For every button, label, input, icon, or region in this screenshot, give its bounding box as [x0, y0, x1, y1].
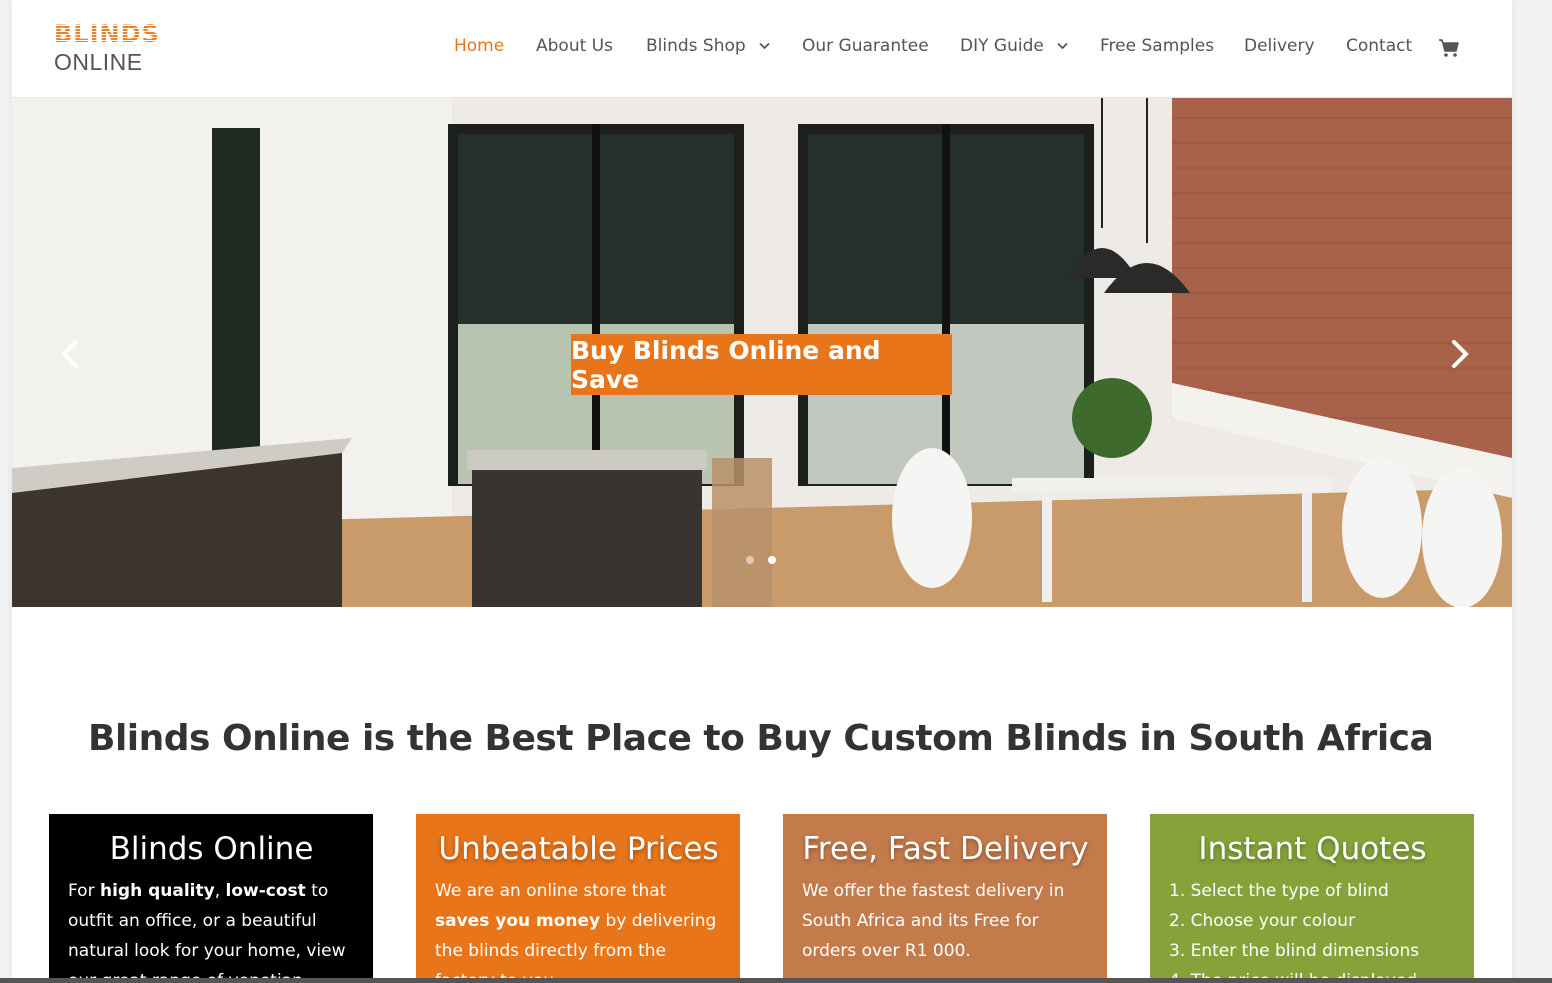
chevron-down-icon [759, 40, 770, 53]
slider-pagination [746, 551, 790, 569]
card-title: Unbeatable Prices [438, 831, 719, 867]
card-instant-quotes: Instant Quotes 1. Select the type of bli… [1150, 814, 1474, 983]
nav-label: Free Samples [1100, 36, 1215, 56]
card-text-part: For [68, 881, 100, 901]
nav-item-blinds-shop[interactable]: Blinds Shop [646, 36, 770, 56]
nav-item-home[interactable]: Home [454, 36, 504, 56]
nav-item-contact[interactable]: Contact [1346, 36, 1412, 56]
page: BLINDS ONLINE Home About Us Blinds Shop … [12, 0, 1512, 983]
card-text-bold: high quality [99, 881, 215, 901]
nav-label: DIY Guide [960, 36, 1044, 56]
card-title: Instant Quotes [1198, 831, 1427, 867]
card-text-bold: saves you money [435, 911, 601, 931]
logo-text-bottom: ONLINE [54, 49, 143, 75]
nav-label: About Us [536, 36, 613, 56]
nav-item-about-us[interactable]: About Us [536, 36, 613, 56]
slider-dot-2[interactable] [768, 556, 776, 564]
nav-item-our-guarantee[interactable]: Our Guarantee [802, 36, 929, 56]
site-header: BLINDS ONLINE Home About Us Blinds Shop … [12, 0, 1512, 98]
card-text-part: , [214, 881, 226, 901]
nav-label: Blinds Shop [646, 36, 746, 56]
card-text: For high quality, low-cost to outfit an … [68, 876, 355, 983]
list-item: 1. Select the type of blind [1169, 881, 1389, 901]
card-blinds-online: Blinds Online For high quality, low-cost… [49, 814, 373, 983]
logo-text-top: BLINDS [54, 20, 164, 48]
card-text-part: We are an online store that [435, 881, 667, 901]
nav-item-free-samples[interactable]: Free Samples [1100, 36, 1214, 56]
nav-label: Home [454, 36, 505, 56]
nav-item-delivery[interactable]: Delivery [1244, 36, 1315, 56]
shopping-cart-icon[interactable] [1438, 38, 1460, 58]
nav-item-diy-guide[interactable]: DIY Guide [960, 36, 1068, 56]
list-item: 3. Enter the blind dimensions [1169, 941, 1420, 961]
card-free-fast-delivery: Free, Fast Delivery We offer the fastest… [783, 814, 1107, 983]
chevron-left-icon[interactable] [52, 334, 92, 374]
window-bottom-edge [0, 978, 1552, 983]
list-item: 2. Choose your colour [1169, 911, 1356, 931]
nav-label: Contact [1346, 36, 1413, 56]
site-logo[interactable]: BLINDS ONLINE [54, 20, 164, 80]
card-text: We offer the fastest delivery in South A… [802, 876, 1089, 966]
hero-cta-button[interactable]: Buy Blinds Online and Save [571, 334, 952, 395]
chevron-down-icon [1057, 40, 1068, 53]
nav-label: Our Guarantee [802, 36, 929, 56]
card-title: Free, Fast Delivery [802, 831, 1089, 867]
card-title: Blinds Online [109, 831, 314, 867]
card-text: We are an online store that saves you mo… [435, 876, 722, 983]
card-text-part: We offer the fastest delivery in South A… [802, 881, 1065, 961]
card-unbeatable-prices: Unbeatable Prices We are an online store… [416, 814, 740, 983]
slider-dot-1[interactable] [746, 556, 754, 564]
hero-slider: Buy Blinds Online and Save [12, 98, 1512, 607]
nav-label: Delivery [1244, 36, 1315, 56]
page-heading: Blinds Online is the Best Place to Buy C… [88, 718, 1434, 759]
quote-steps-list: 1. Select the type of blind 2. Choose yo… [1169, 876, 1456, 983]
card-text-bold: low-cost [225, 881, 306, 901]
chevron-right-icon[interactable] [1438, 334, 1478, 374]
